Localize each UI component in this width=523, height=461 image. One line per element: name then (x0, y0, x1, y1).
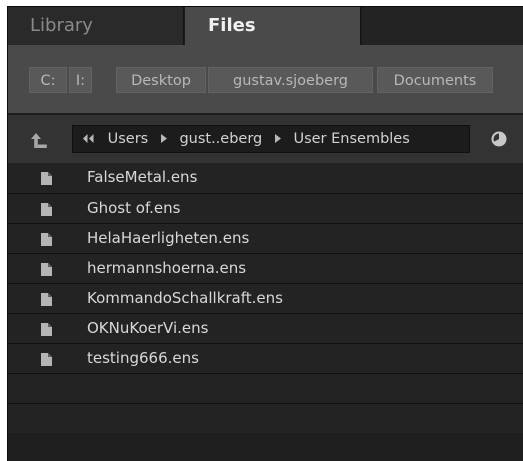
favorite-drive-i[interactable]: I: (69, 67, 92, 93)
favorite-documents[interactable]: Documents (377, 67, 493, 93)
file-row[interactable]: OKNuKoerVi.ens (8, 313, 523, 343)
path-segment-user[interactable]: gust..eberg (179, 126, 262, 152)
empty-row (8, 403, 523, 433)
file-row[interactable]: FalseMetal.ens (8, 163, 523, 193)
file-icon (41, 353, 52, 366)
file-icon (41, 293, 52, 306)
empty-row (8, 373, 523, 403)
clock-icon[interactable] (491, 131, 507, 147)
file-row[interactable]: hermannshoerna.ens (8, 253, 523, 283)
file-row[interactable]: HelaHaerligheten.ens (8, 223, 523, 253)
file-name: KommandoSchallkraft.ens (87, 289, 283, 307)
list-footer (8, 433, 523, 461)
file-name: Ghost of.ens (87, 199, 181, 217)
file-name: HelaHaerligheten.ens (87, 229, 250, 247)
file-name: OKNuKoerVi.ens (87, 319, 209, 337)
tab-bar: Library Files (8, 7, 523, 45)
path-breadcrumb[interactable]: Users gust..eberg User Ensembles (72, 125, 470, 153)
file-icon (41, 172, 52, 185)
path-bar: Users gust..eberg User Ensembles (8, 115, 523, 163)
file-name: FalseMetal.ens (87, 168, 198, 186)
tab-files[interactable]: Files (185, 7, 361, 45)
file-icon (41, 323, 52, 336)
file-row[interactable]: Ghost of.ens (8, 193, 523, 223)
file-list: FalseMetal.ens Ghost of.ens HelaHaerligh… (8, 163, 523, 461)
file-row[interactable]: testing666.ens (8, 343, 523, 373)
file-icon (41, 233, 52, 246)
file-name: testing666.ens (87, 349, 199, 367)
path-segment-users[interactable]: Users (108, 126, 149, 152)
double-chevron-left-icon[interactable] (73, 126, 103, 152)
favorite-desktop[interactable]: Desktop (116, 67, 206, 93)
favorite-user-folder[interactable]: gustav.sjoeberg (208, 67, 373, 93)
file-browser-panel: Library Files C: I: Desktop gustav.sjoeb… (7, 6, 523, 461)
chevron-right-icon (267, 126, 289, 152)
path-segment-user-ensembles[interactable]: User Ensembles (293, 126, 409, 152)
file-name: hermannshoerna.ens (87, 259, 247, 277)
tab-library[interactable]: Library (8, 7, 184, 45)
tab-bar-filler (362, 7, 523, 45)
chevron-right-icon (153, 126, 175, 152)
favorites-bar: C: I: Desktop gustav.sjoeberg Documents (8, 45, 523, 113)
file-row[interactable]: KommandoSchallkraft.ens (8, 283, 523, 313)
file-icon (41, 263, 52, 276)
favorite-drive-c[interactable]: C: (29, 67, 67, 93)
file-icon (41, 203, 52, 216)
arrow-up-icon[interactable] (30, 130, 50, 150)
